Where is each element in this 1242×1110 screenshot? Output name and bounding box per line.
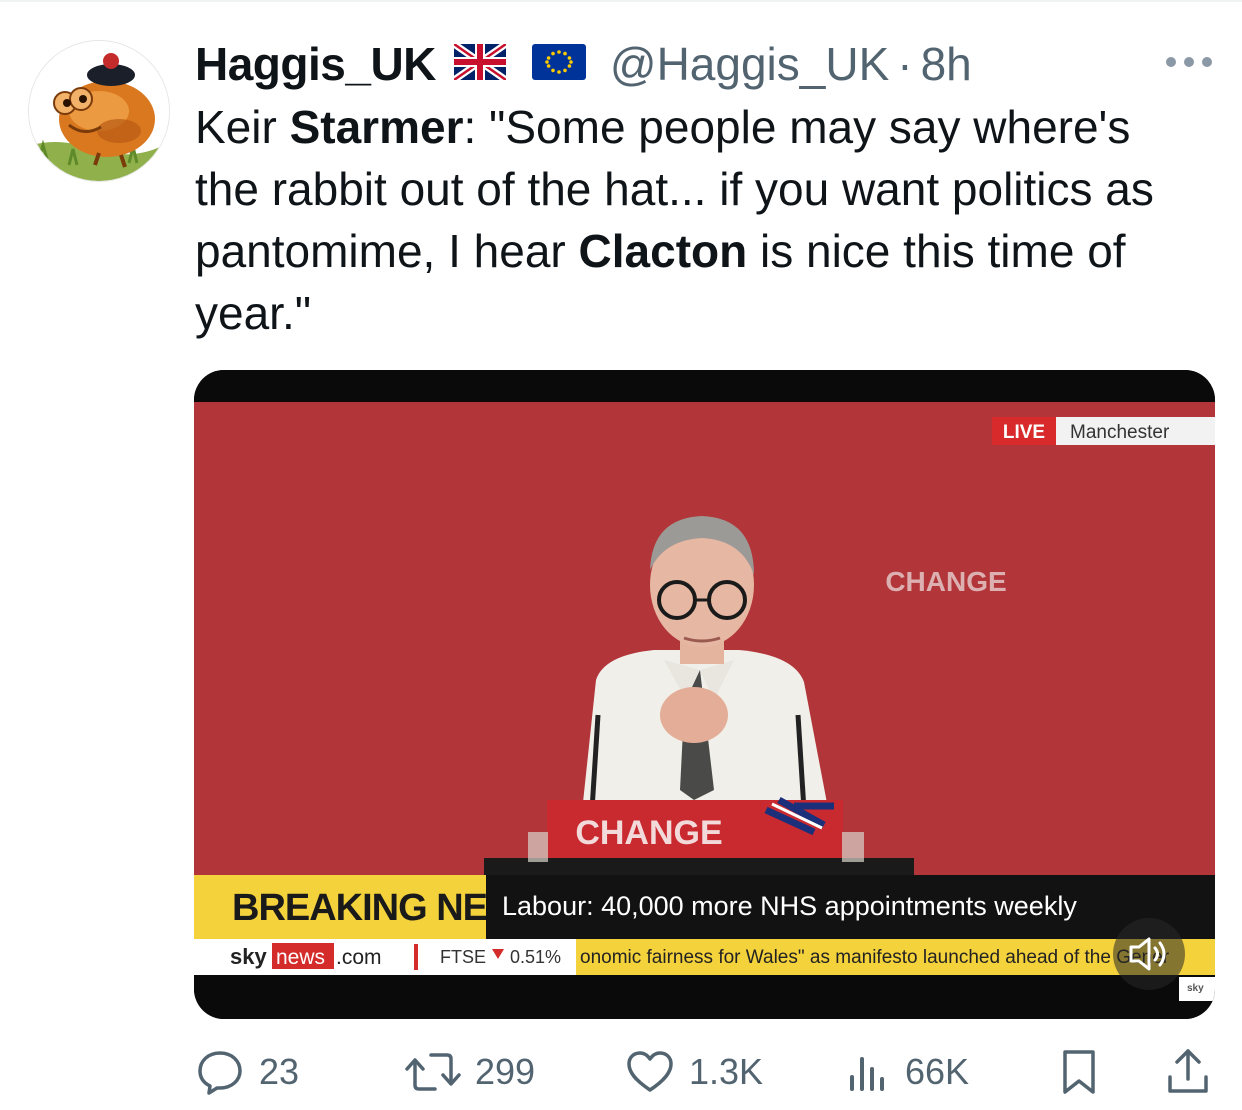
share-icon: [1168, 1049, 1208, 1093]
haggis-cartoon-icon: [29, 41, 169, 181]
brand-sky: sky: [230, 944, 267, 969]
more-options-icon[interactable]: [1166, 52, 1212, 72]
backdrop-change-text: CHANGE: [885, 566, 1006, 597]
video-player[interactable]: LIVE Manchester CHANGE CHANGE BREAKING N…: [194, 370, 1215, 1019]
brand-com: .com: [336, 946, 382, 969]
retweet-button[interactable]: 299: [405, 1040, 535, 1104]
avatar[interactable]: [28, 40, 170, 182]
headline-text: Labour: 40,000 more NHS appointments wee…: [502, 891, 1077, 921]
like-count: 1.3K: [689, 1051, 764, 1092]
views-button[interactable]: 66K: [845, 1040, 969, 1104]
bookmark-icon: [1063, 1050, 1095, 1094]
ftse-change: 0.51%: [510, 947, 561, 967]
view-count: 66K: [905, 1051, 970, 1092]
retweet-count: 299: [475, 1051, 536, 1092]
separator-dot: ·: [897, 38, 913, 90]
user-handle[interactable]: @Haggis_UK: [610, 37, 889, 91]
corner-logo: sky: [1187, 983, 1204, 994]
tweet-text-part: Keir: [195, 101, 290, 153]
video-frame: LIVE Manchester CHANGE CHANGE BREAKING N…: [194, 370, 1215, 1019]
action-bar: 23 299 1.3K 66K: [195, 1040, 1215, 1104]
retweet-icon: [405, 1053, 461, 1091]
analytics-icon: [850, 1057, 884, 1091]
tweet-header: Haggis_UK @Haggis_UK · 8h: [195, 34, 972, 94]
like-button[interactable]: 1.3K: [625, 1040, 763, 1104]
mute-button[interactable]: [1113, 918, 1185, 990]
bookmark-button[interactable]: [1057, 1040, 1101, 1104]
top-divider: [0, 0, 1242, 2]
display-name[interactable]: Haggis_UK: [195, 37, 436, 91]
ticker-text: onomic fairness for Wales" as manifesto …: [580, 947, 1170, 968]
podium-change-text: CHANGE: [575, 814, 722, 852]
tweet-text: Keir Starmer: "Some people may say where…: [195, 96, 1205, 344]
uk-flag-icon: [451, 40, 508, 85]
reply-button[interactable]: 23: [195, 1040, 299, 1104]
reply-icon: [198, 1051, 242, 1095]
heart-icon: [627, 1051, 673, 1092]
share-button[interactable]: [1165, 1040, 1211, 1104]
eu-flag-icon: [531, 43, 586, 85]
location-text: Manchester: [1070, 422, 1170, 443]
brand-news: news: [276, 946, 325, 969]
tweet-text-bold: Starmer: [289, 101, 464, 153]
timestamp[interactable]: 8h: [921, 37, 972, 91]
tweet-text-bold: Clacton: [578, 225, 748, 277]
speaker-muted-icon: [1129, 937, 1166, 971]
live-badge-text: LIVE: [1003, 422, 1045, 443]
reply-count: 23: [259, 1051, 300, 1092]
ftse-label: FTSE: [440, 947, 486, 967]
